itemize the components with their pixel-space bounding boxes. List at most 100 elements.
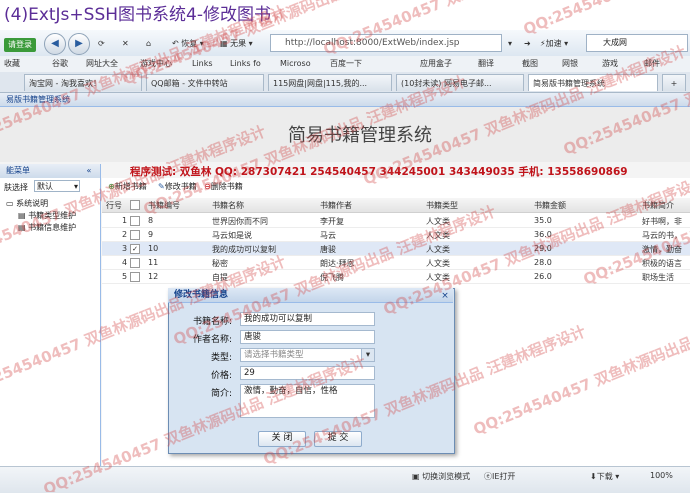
page-menu-button[interactable]: ▾: [508, 36, 512, 52]
select-all-checkbox[interactable]: [130, 200, 140, 210]
new-tab-button[interactable]: +: [662, 74, 686, 91]
ie-open-button[interactable]: ⓔIE打开: [484, 471, 515, 482]
type-placeholder: 请选择书籍类型: [244, 350, 304, 360]
delete-book-label: 删除书籍: [210, 182, 243, 191]
bookmark-item[interactable]: 翻译: [478, 57, 494, 71]
edit-icon: ✎: [158, 182, 165, 191]
system-title: 简易书籍管理系统: [288, 125, 432, 146]
bookmark-item[interactable]: 网银: [562, 57, 578, 71]
table-cell: 马云的书，: [642, 231, 682, 240]
close-button[interactable]: 关 闭: [258, 431, 306, 447]
table-cell: 秘密: [212, 259, 228, 268]
table-cell: 马云如是说: [212, 231, 252, 240]
table-cell: 2: [122, 230, 128, 239]
tree-label: 书籍类型维护: [28, 211, 77, 220]
bookmark-item[interactable]: 谷歌: [52, 57, 68, 71]
field-label: 类型:: [210, 353, 232, 363]
accelerate-label: 加速: [545, 39, 562, 48]
forward-button[interactable]: ▶: [68, 33, 90, 55]
browse-mode-button[interactable]: ▣ 切换浏览模式: [412, 471, 470, 482]
field-label: 书籍名称:: [192, 317, 232, 327]
price-input[interactable]: 29: [240, 366, 375, 380]
column-header[interactable]: 行号: [106, 200, 122, 211]
row-checkbox[interactable]: [130, 216, 140, 226]
login-button[interactable]: 请登录: [4, 38, 36, 52]
bookmark-item[interactable]: 截图: [522, 57, 538, 71]
table-cell: 10: [148, 244, 159, 253]
stop-button[interactable]: ✕: [122, 36, 129, 52]
skin-select[interactable]: 默认 ▾: [34, 180, 80, 192]
accelerate-button[interactable]: ⚡加速 ▾: [540, 36, 568, 52]
zoom-label: 100%: [650, 471, 673, 480]
download-button[interactable]: ⬇下载 ▾: [590, 471, 619, 482]
browser-tab[interactable]: QQ邮箱 - 文件中转站: [146, 74, 264, 91]
table-cell: 28.0: [534, 258, 552, 267]
table-cell: 世界因你而不同: [212, 217, 268, 226]
table-cell: 9: [148, 230, 154, 239]
back-button[interactable]: ◀: [44, 33, 66, 55]
skin-value: 默认: [37, 182, 53, 191]
table-cell: 马云: [320, 231, 336, 240]
column-header[interactable]: 书籍名称: [212, 200, 244, 211]
table-cell: 李开复: [320, 217, 344, 226]
column-header[interactable]: 书籍作者: [320, 200, 352, 211]
bookmark-item[interactable]: Links: [192, 57, 213, 71]
row-checkbox[interactable]: [130, 258, 140, 268]
table-cell: 12: [148, 272, 159, 281]
bookmark-item[interactable]: 百度一下: [330, 57, 362, 71]
bookmark-item[interactable]: 应用盒子: [420, 57, 452, 71]
submit-button[interactable]: 提 交: [314, 431, 362, 447]
table-cell: 4: [122, 258, 128, 267]
edit-book-button[interactable]: ✎修改书籍: [158, 181, 197, 192]
home-button[interactable]: ⌂: [146, 36, 151, 52]
browser-tab[interactable]: 淘宝网 - 淘我喜欢！: [24, 74, 142, 91]
column-header[interactable]: 书籍简介: [642, 200, 674, 211]
restore-button[interactable]: ↶ 恢复 ▾: [172, 36, 204, 52]
tree-item-book-type[interactable]: ▤ 书籍类型维护: [18, 210, 76, 221]
column-header[interactable]: 书籍编号: [148, 200, 180, 211]
table-cell: 8: [148, 216, 154, 225]
tree-label: 书籍信息维护: [28, 223, 77, 232]
ie-icon: ⓔ: [484, 472, 492, 481]
zoom-button[interactable]: 100%: [650, 471, 673, 480]
delete-book-button[interactable]: ⊖删除书籍: [204, 181, 243, 192]
browser-tab-active[interactable]: 简易版书籍管理系统: [528, 74, 658, 91]
browser-tab[interactable]: (10封未读) 网易电子邮...: [396, 74, 524, 91]
book-name-input[interactable]: 我的成功可以复制: [240, 312, 375, 326]
bookmark-item[interactable]: 邮件: [644, 57, 660, 71]
tree-item-book-info[interactable]: ▤ 书籍信息维护: [18, 222, 76, 233]
tree-item-system-info[interactable]: ▭ 系统说明: [6, 198, 48, 209]
book-type-select[interactable]: 请选择书籍类型 ▾: [240, 348, 375, 362]
row-checkbox[interactable]: [130, 272, 140, 282]
dialog-close-icon[interactable]: ×: [440, 291, 450, 301]
bookmark-item[interactable]: 收藏: [4, 57, 20, 71]
bookmark-item[interactable]: Links fo: [230, 57, 261, 71]
column-header[interactable]: 书籍金额: [534, 200, 566, 211]
column-header[interactable]: 书籍类型: [426, 200, 458, 211]
bookmark-item[interactable]: Microso: [280, 57, 311, 71]
tools-button[interactable]: ▦ 无果 ▾: [220, 36, 253, 52]
address-bar[interactable]: http://localhost:8000/ExtWeb/index.jsp: [270, 34, 502, 52]
add-book-button[interactable]: ⊕新增书籍: [108, 181, 147, 192]
stop-icon: ✕: [122, 39, 129, 48]
bookmark-item[interactable]: 游戏: [602, 57, 618, 71]
chevron-down-icon: ▾: [73, 182, 78, 191]
tools-label: 无果: [230, 39, 247, 48]
author-input[interactable]: 唐骏: [240, 330, 375, 344]
chevron-down-icon[interactable]: ▾: [361, 349, 374, 361]
row-checkbox[interactable]: ✓: [130, 244, 140, 254]
search-input[interactable]: 大成网: [586, 34, 688, 52]
intro-textarea[interactable]: 激情，勤奋，自信，性格: [240, 384, 375, 418]
bookmark-item[interactable]: 游戏中心: [140, 57, 172, 71]
edit-book-label: 修改书籍: [164, 182, 197, 191]
table-cell: 29.0: [534, 244, 552, 253]
refresh-button[interactable]: ⟳: [98, 36, 105, 52]
table-cell: 人文类: [426, 273, 450, 282]
bookmark-item[interactable]: 网址大全: [86, 57, 118, 71]
table-cell: 人文类: [426, 217, 450, 226]
go-button[interactable]: ➜: [524, 36, 531, 52]
collapse-button[interactable]: «: [83, 165, 95, 177]
browser-tab[interactable]: 115网盘|网盘|115,我的...: [268, 74, 392, 91]
row-checkbox[interactable]: [130, 230, 140, 240]
table-cell: 1: [122, 216, 128, 225]
